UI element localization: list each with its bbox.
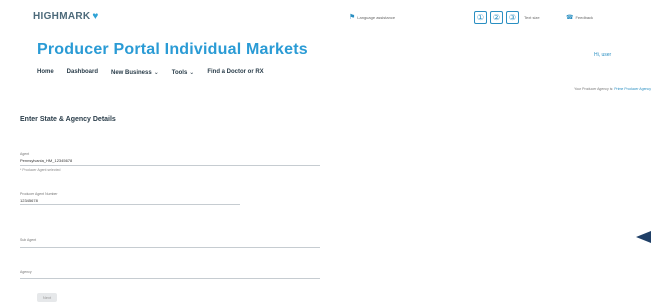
agent-field-label: Agent — [20, 152, 30, 156]
phone-icon: ☎ — [566, 14, 574, 21]
chevron-down-icon: ⌄ — [189, 70, 195, 76]
text-size-label: Text size — [524, 14, 540, 20]
language-label: Language assistance — [357, 14, 396, 20]
logo-heart-icon: ♥ — [92, 11, 99, 22]
agent-field-hint: * Producer Agent selected — [20, 168, 61, 172]
sub-agent-field[interactable]: Sub Agent — [20, 238, 320, 256]
agent-field[interactable]: Agent Pennsylvania_HM_12345678 * Produce… — [20, 152, 320, 182]
producer-number-field[interactable]: Producer Agent Number 12345678 — [20, 192, 320, 216]
agency-notice-link[interactable]: Prime Producer Agency — [614, 87, 651, 91]
agent-field-underline — [20, 165, 320, 166]
nav-new-business[interactable]: New Business ⌄ — [111, 69, 159, 76]
portal-title: Producer Portal Individual Markets — [37, 41, 308, 58]
text-size-controls: ① ② ③ Text size — [474, 10, 540, 24]
nav-home[interactable]: Home — [37, 69, 54, 76]
cursor-pointer-icon — [636, 231, 651, 243]
chevron-down-icon: ⌄ — [153, 70, 159, 76]
nav-dashboard[interactable]: Dashboard — [67, 69, 98, 76]
nav-tools-label: Tools — [171, 70, 188, 76]
nav-find-doctor-label: Find a Doctor or RX — [207, 69, 264, 75]
language-icon: ⚑ — [349, 14, 356, 21]
nav-tools[interactable]: Tools ⌄ — [172, 69, 195, 76]
agency-notice: Your Producer Agency is: Prime Producer … — [574, 87, 651, 91]
text-size-small-button[interactable]: ① — [474, 10, 487, 24]
nav-new-business-label: New Business — [111, 70, 152, 76]
feedback-label: Feedback — [575, 14, 594, 20]
producer-number-value: 12345678 — [20, 198, 38, 203]
language-assistance-link[interactable]: ⚑ Language assistance — [349, 10, 395, 24]
section-title: Enter State & Agency Details — [20, 116, 116, 123]
sub-agent-underline — [20, 247, 320, 248]
nav-dashboard-label: Dashboard — [66, 69, 99, 75]
user-menu[interactable]: Hi, user — [594, 52, 611, 58]
main-nav: Home Dashboard New Business ⌄ Tools ⌄ Find… — [37, 69, 264, 76]
feedback-link[interactable]: ☎ Feedback — [566, 10, 593, 24]
agent-field-value: Pennsylvania_HM_12345678 — [20, 158, 73, 163]
text-size-large-button[interactable]: ③ — [506, 10, 519, 24]
text-size-medium-button[interactable]: ② — [490, 10, 503, 24]
agency-field[interactable]: Agency — [20, 270, 320, 284]
agency-notice-text: Your Producer Agency is: — [574, 87, 614, 91]
header: HIGHMARK ♥ ⚑ Language assistance ① ② ③ Te… — [0, 0, 651, 108]
nav-find-doctor[interactable]: Find a Doctor or RX — [207, 69, 263, 76]
sub-agent-label: Sub Agent — [20, 238, 37, 242]
producer-number-label: Producer Agent Number — [20, 192, 58, 196]
producer-number-underline — [20, 204, 240, 205]
next-button[interactable]: Next — [37, 293, 57, 302]
nav-home-label: Home — [37, 69, 54, 75]
agency-field-label: Agency — [20, 270, 32, 274]
logo-text: HIGHMARK — [33, 11, 91, 22]
agency-field-underline — [20, 278, 320, 279]
highmark-logo[interactable]: HIGHMARK ♥ — [33, 11, 99, 22]
